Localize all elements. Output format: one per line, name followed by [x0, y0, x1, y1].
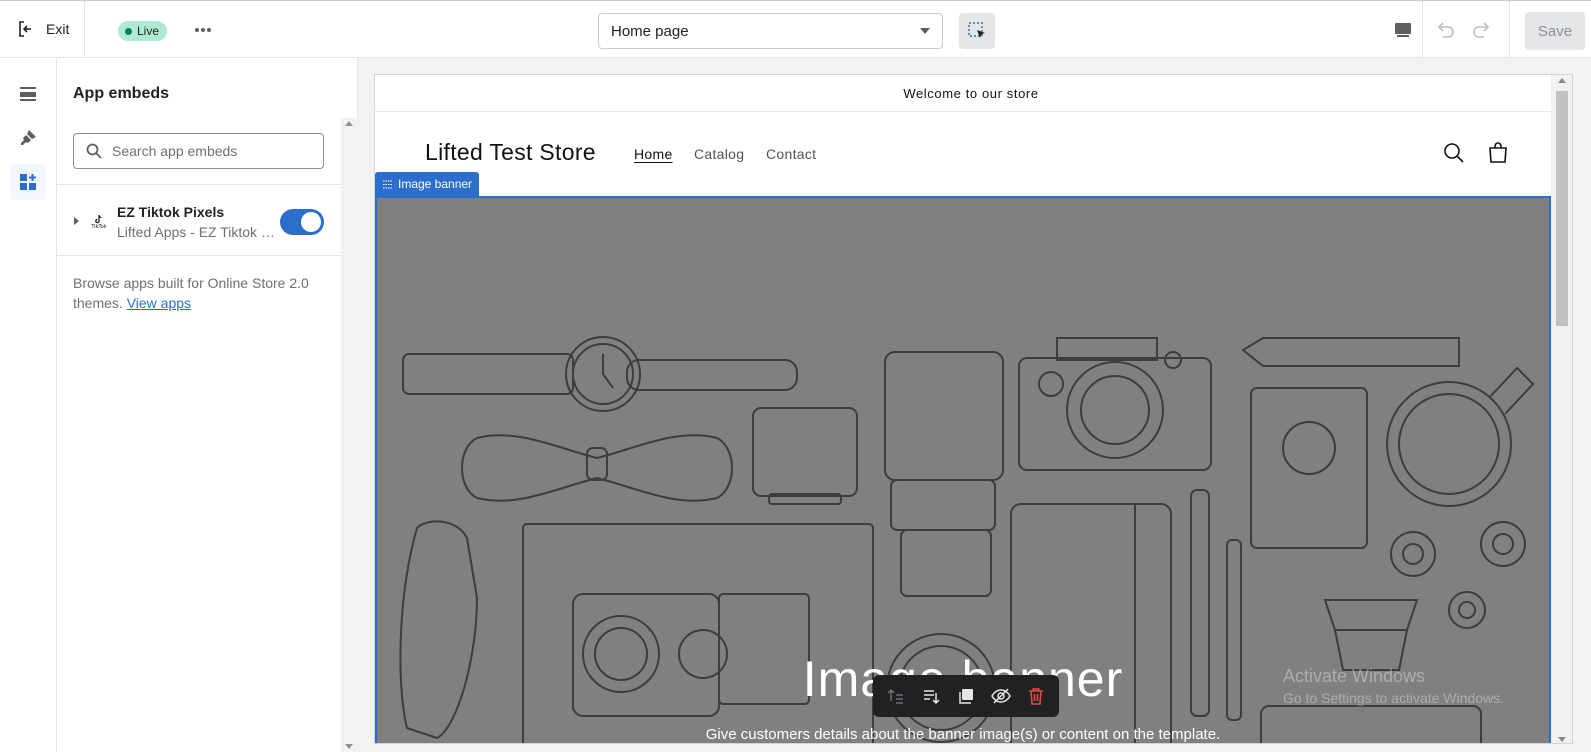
exit-button[interactable]: Exit	[16, 19, 69, 39]
section-tag[interactable]: Image banner	[375, 172, 479, 196]
divider	[84, 1, 85, 58]
app-embed-toggle[interactable]	[280, 209, 324, 235]
save-button[interactable]: Save	[1525, 12, 1585, 50]
hide-icon	[990, 688, 1011, 704]
scroll-down-icon[interactable]	[1558, 737, 1566, 742]
panel-title: App embeds	[73, 85, 170, 102]
sections-button[interactable]	[10, 76, 46, 112]
divider	[57, 255, 341, 256]
duplicate-icon	[959, 689, 973, 704]
scroll-down-icon[interactable]	[345, 744, 353, 749]
section-tag-label: Image banner	[398, 177, 473, 191]
ellipsis-icon	[195, 28, 211, 32]
scroll-up-icon[interactable]	[345, 121, 353, 126]
redo-button[interactable]	[1470, 18, 1494, 42]
divider	[1422, 1, 1423, 58]
nav-catalog[interactable]: Catalog	[694, 146, 744, 162]
app-embeds-icon	[20, 174, 36, 190]
page-selector-value: Home page	[611, 22, 689, 40]
windows-watermark-sub: Go to Settings to activate Windows.	[1283, 690, 1504, 706]
inspector-toggle-button[interactable]	[959, 13, 995, 49]
section-toolbar	[873, 675, 1059, 717]
banner-subtext: Give customers details about the banner …	[705, 726, 1221, 743]
tiktok-logo-icon	[95, 214, 102, 224]
announcement-bar[interactable]: Welcome to our store	[375, 75, 1567, 112]
app-embeds-button[interactable]	[10, 164, 46, 200]
delete-icon	[1028, 688, 1043, 705]
store-search-icon[interactable]	[1442, 141, 1466, 165]
view-apps-link[interactable]: View apps	[127, 295, 191, 311]
undo-button[interactable]	[1433, 18, 1457, 42]
search-input[interactable]	[112, 143, 312, 159]
nav-contact[interactable]: Contact	[766, 146, 816, 162]
move-down-icon	[924, 690, 940, 705]
app-embed-name: EZ Tiktok Pixels	[117, 204, 225, 220]
windows-watermark-title: Activate Windows	[1283, 666, 1426, 686]
page-selector[interactable]: Home page	[598, 13, 943, 49]
tiktok-app-icon: TikTok	[88, 211, 110, 233]
hide-button[interactable]	[988, 683, 1014, 709]
search-field	[73, 133, 324, 169]
scrollbar-thumb[interactable]	[1556, 91, 1568, 326]
nav-home[interactable]: Home	[634, 146, 673, 162]
move-up-icon	[887, 688, 904, 704]
announcement-text: Welcome to our store	[903, 85, 1039, 101]
section-icon	[383, 180, 392, 188]
status-badge-label: Live	[137, 24, 160, 38]
app-embed-subtitle: Lifted Apps - EZ Tiktok Pixels	[117, 224, 277, 240]
app-embed-item: TikTok EZ Tiktok Pixels Lifted Apps - EZ…	[57, 186, 341, 256]
left-rail	[0, 58, 57, 752]
redo-icon	[1473, 22, 1490, 38]
exit-icon	[19, 21, 31, 37]
live-dot-icon	[125, 27, 132, 35]
desktop-view-button[interactable]	[1391, 18, 1415, 42]
image-banner-section[interactable]: Image banner Give customers details abou…	[375, 196, 1551, 743]
move-down-button[interactable]	[918, 683, 944, 709]
status-badge: Live	[118, 21, 168, 41]
divider	[1509, 1, 1510, 58]
preview-scrollbar[interactable]	[1551, 75, 1572, 743]
app-embeds-panel: App embeds TikTok EZ Tiktok Pixels Lifte…	[57, 58, 358, 752]
desktop-icon	[1395, 23, 1411, 37]
chevron-down-icon	[920, 28, 930, 34]
sections-icon	[20, 87, 36, 101]
delete-button[interactable]	[1023, 683, 1049, 709]
paintbrush-icon	[21, 130, 36, 145]
top-bar: Exit Live Home page Save	[0, 0, 1591, 58]
undo-icon	[1437, 22, 1454, 38]
exit-label: Exit	[46, 21, 70, 37]
select-cursor-icon	[968, 22, 985, 38]
duplicate-button[interactable]	[953, 683, 979, 709]
cart-icon[interactable]	[1486, 141, 1510, 165]
store-preview: Welcome to our store Lifted Test Store H…	[374, 74, 1573, 744]
app-icon-label: TikTok	[91, 224, 107, 230]
more-actions-button[interactable]	[190, 18, 216, 42]
search-icon	[86, 143, 102, 159]
expand-arrow-icon[interactable]	[74, 217, 79, 225]
toggle-knob	[301, 212, 321, 232]
store-logo-text[interactable]: Lifted Test Store	[425, 139, 596, 166]
sidebar-scrollbar[interactable]	[341, 118, 358, 752]
browse-apps-text: Browse apps built for Online Store 2.0 t…	[73, 273, 328, 313]
theme-settings-button[interactable]	[10, 120, 46, 156]
move-up-button[interactable]	[883, 683, 909, 709]
scroll-up-icon[interactable]	[1558, 78, 1566, 83]
divider	[57, 184, 341, 185]
